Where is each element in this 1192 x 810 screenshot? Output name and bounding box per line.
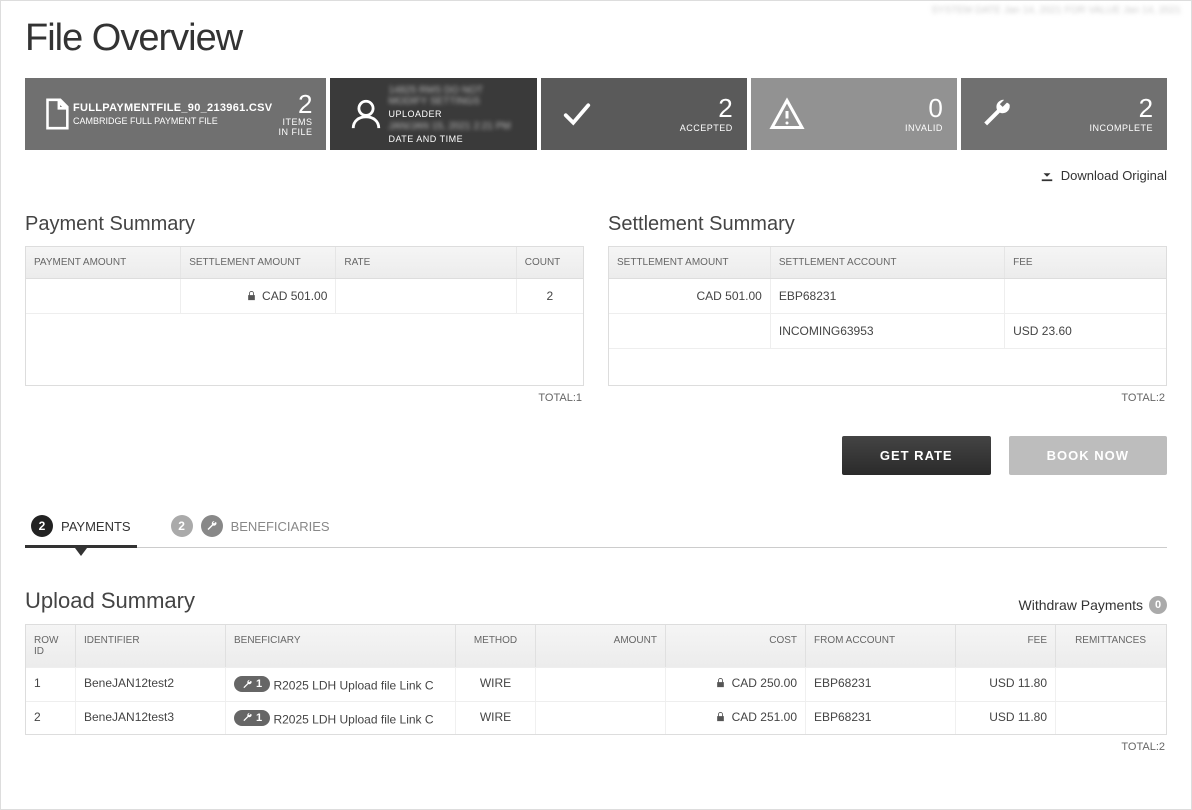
withdraw-badge: 0 <box>1149 596 1167 614</box>
u-head-remit: REMITTANCES <box>1056 625 1154 667</box>
check-icon <box>555 99 599 129</box>
ss-total: TOTAL:2 <box>608 386 1167 410</box>
beneficiaries-badge: 2 <box>171 515 193 537</box>
ss-header-account: SETTLEMENT ACCOUNT <box>771 247 1005 278</box>
table-row: CAD 501.00 2 <box>26 279 583 314</box>
beneficiaries-label: BENEFICIARIES <box>231 519 330 534</box>
accepted-count: 2 <box>599 95 733 121</box>
invalid-count: 0 <box>809 95 943 121</box>
ss-header-amount: SETTLEMENT AMOUNT <box>609 247 771 278</box>
file-desc: CAMBRIDGE FULL PAYMENT FILE <box>73 116 218 126</box>
wrench-icon <box>975 97 1019 131</box>
u-head-fee: FEE <box>956 625 1056 667</box>
u-head-rowid: ROW ID <box>26 625 76 667</box>
settlement-summary-panel: Settlement Summary SETTLEMENT AMOUNT SET… <box>608 213 1167 410</box>
settlement-summary-title: Settlement Summary <box>608 213 1167 236</box>
incomplete-pill[interactable]: 1 <box>234 676 270 692</box>
ps-header-settlement: SETTLEMENT AMOUNT <box>181 247 336 278</box>
invalid-label: INVALID <box>809 123 943 133</box>
uploader-date-blur: JAN/JAN 15, 2021 2:21 PM <box>388 121 510 132</box>
accepted-label: ACCEPTED <box>599 123 733 133</box>
download-label: Download Original <box>1061 168 1167 183</box>
upload-summary-title: Upload Summary <box>25 588 195 614</box>
upload-table: ROW ID IDENTIFIER BENEFICIARY METHOD AMO… <box>25 624 1167 735</box>
payment-summary-title: Payment Summary <box>25 213 584 236</box>
incomplete-label: INCOMPLETE <box>1019 123 1153 133</box>
lock-icon <box>716 710 725 720</box>
file-name: FULLPAYMENTFILE_90_213961.CSV <box>73 102 272 114</box>
download-original-link[interactable]: Download Original <box>25 150 1167 213</box>
table-row: INCOMING63953 USD 23.60 <box>609 314 1166 349</box>
incomplete-pill[interactable]: 1 <box>234 710 270 726</box>
file-icon <box>39 94 73 134</box>
card-file: FULLPAYMENTFILE_90_213961.CSV CAMBRIDGE … <box>25 78 326 150</box>
user-icon <box>344 95 388 133</box>
u-head-amount: AMOUNT <box>536 625 666 667</box>
lock-icon <box>716 676 725 686</box>
lock-icon <box>247 289 256 299</box>
tabs: 2 PAYMENTS 2 BENEFICIARIES <box>25 505 1167 548</box>
payment-summary-panel: Payment Summary PAYMENT AMOUNT SETTLEMEN… <box>25 213 584 410</box>
summary-cards: FULLPAYMENTFILE_90_213961.CSV CAMBRIDGE … <box>25 78 1167 150</box>
card-uploader: 14825 RMS DO NOT MODIFY SETTINGS UPLOADE… <box>330 78 536 150</box>
payments-label: PAYMENTS <box>61 519 131 534</box>
u-head-method: METHOD <box>456 625 536 667</box>
withdraw-label: Withdraw Payments <box>1019 597 1143 613</box>
incomplete-count: 2 <box>1019 95 1153 121</box>
tab-beneficiaries[interactable]: 2 BENEFICIARIES <box>165 505 336 547</box>
u-head-identifier: IDENTIFIER <box>76 625 226 667</box>
book-now-button[interactable]: BOOK NOW <box>1009 436 1167 475</box>
withdraw-payments-link[interactable]: Withdraw Payments 0 <box>1019 596 1167 614</box>
ps-total: TOTAL:1 <box>25 386 584 410</box>
ps-header-amount: PAYMENT AMOUNT <box>26 247 181 278</box>
uploader-label: UPLOADER <box>388 109 442 119</box>
ps-header-count: COUNT <box>517 247 583 278</box>
file-items-count: 2 <box>272 91 312 117</box>
card-invalid: 0 INVALID <box>751 78 957 150</box>
uploader-name-blur: 14825 RMS DO NOT MODIFY SETTINGS <box>388 85 522 107</box>
system-date-blur: SYSTEM DATE Jan 14, 2021 FOR VALUE Jan 1… <box>931 5 1181 16</box>
u-head-from: FROM ACCOUNT <box>806 625 956 667</box>
datetime-label: DATE AND TIME <box>388 134 463 144</box>
ss-header-fee: FEE <box>1005 247 1166 278</box>
ps-header-rate: RATE <box>336 247 516 278</box>
file-items-label: ITEMS IN FILE <box>272 117 312 137</box>
table-row[interactable]: 2BeneJAN12test31 R2025 LDH Upload file L… <box>26 701 1166 735</box>
card-incomplete: 2 INCOMPLETE <box>961 78 1167 150</box>
upload-total: TOTAL:2 <box>25 735 1167 759</box>
warning-icon <box>765 96 809 132</box>
card-accepted: 2 ACCEPTED <box>541 78 747 150</box>
table-row: CAD 501.00 EBP68231 <box>609 279 1166 314</box>
payments-badge: 2 <box>31 515 53 537</box>
get-rate-button[interactable]: GET RATE <box>842 436 991 475</box>
u-head-cost: COST <box>666 625 806 667</box>
u-head-beneficiary: BENEFICIARY <box>226 625 456 667</box>
table-row[interactable]: 1BeneJAN12test21 R2025 LDH Upload file L… <box>26 667 1166 701</box>
wrench-pill-icon <box>201 515 223 537</box>
tab-payments[interactable]: 2 PAYMENTS <box>25 505 137 547</box>
